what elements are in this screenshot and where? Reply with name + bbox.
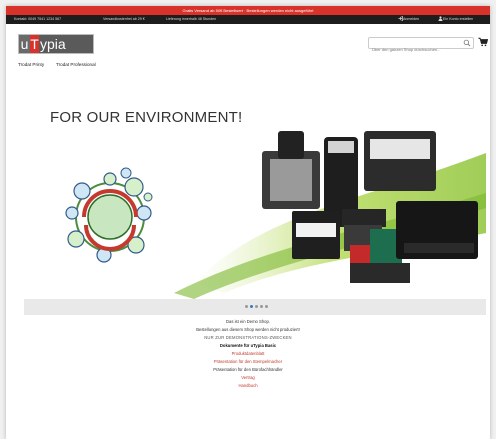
- slider-dots: [245, 305, 268, 308]
- top-bar: Kontakt: 0049 7541 1234 567 Versandkoste…: [6, 15, 490, 24]
- nav-item-trodat-printy[interactable]: Trodat Printy: [18, 62, 44, 67]
- search-icon[interactable]: [463, 39, 471, 47]
- manual-link[interactable]: Handbuch: [6, 382, 490, 390]
- login-label: Anmelden: [403, 17, 420, 21]
- footer-content: Das ist ein Demo Shop. Bestellungen aus …: [6, 318, 490, 390]
- nav-item-trodat-professional[interactable]: Trodat Professional: [56, 62, 96, 67]
- login-link[interactable]: Anmelden: [398, 15, 419, 24]
- demo-warning: Bestellungen aus diesem Shop werden nich…: [196, 327, 300, 332]
- notice-bar: Gratis Versand ab 50€ Bestellwert · Best…: [6, 6, 490, 15]
- register-link[interactable]: Ein Konto erstellen: [438, 15, 473, 24]
- search-box: [368, 37, 474, 55]
- header: u T ypia: [6, 24, 490, 62]
- logo-letter-u: u: [19, 35, 30, 53]
- contact-phone: Kontakt: 0049 7541 1234 567: [14, 17, 62, 21]
- slider-dot-active[interactable]: [250, 305, 253, 308]
- site-logo[interactable]: u T ypia: [18, 34, 94, 54]
- office-dealer-presentation[interactable]: Präsentation für den Bürofachhändler: [6, 366, 490, 374]
- register-label: Ein Konto erstellen: [443, 17, 474, 21]
- hero-banner[interactable]: FOR OUR ENVIRONMENT!: [24, 93, 486, 299]
- demo-purpose: NUR ZUR DEMONSTRATIONS-ZWECKEN: [204, 335, 292, 340]
- notice-text: Gratis Versand ab 50€ Bestellwert · Best…: [182, 8, 314, 13]
- slider-dot[interactable]: [255, 305, 258, 308]
- contract-link[interactable]: Vertrag: [6, 374, 490, 382]
- main-nav: Trodat Printy Trodat Professional: [6, 62, 490, 72]
- search-input[interactable]: [369, 44, 462, 55]
- page: Gratis Versand ab 50€ Bestellwert · Best…: [6, 6, 490, 439]
- stamp-maker-presentation-link[interactable]: Präsentation für den Stempelmacher: [6, 358, 490, 366]
- logo-letter-t: T: [30, 35, 39, 53]
- product-datasheet-link[interactable]: Produktdatenblatt: [6, 350, 490, 358]
- banner-title: FOR OUR ENVIRONMENT!: [50, 109, 243, 126]
- cart-icon[interactable]: [478, 37, 488, 47]
- documents-heading: Dokumente für uTypia Basic: [219, 343, 277, 348]
- demo-notice: Das ist ein Demo Shop.: [226, 319, 270, 324]
- slider-dot[interactable]: [245, 305, 248, 308]
- slider-dot[interactable]: [265, 305, 268, 308]
- delivery-info: Lieferung innerhalb 48 Stunden: [166, 17, 217, 21]
- logo-letters-rest: ypia: [39, 35, 93, 53]
- shipping-info: Versandkostenfrei ab 29 €: [103, 17, 145, 21]
- environment-emblem: [65, 167, 153, 263]
- slider-dot[interactable]: [260, 305, 263, 308]
- slider-controls: [24, 299, 486, 315]
